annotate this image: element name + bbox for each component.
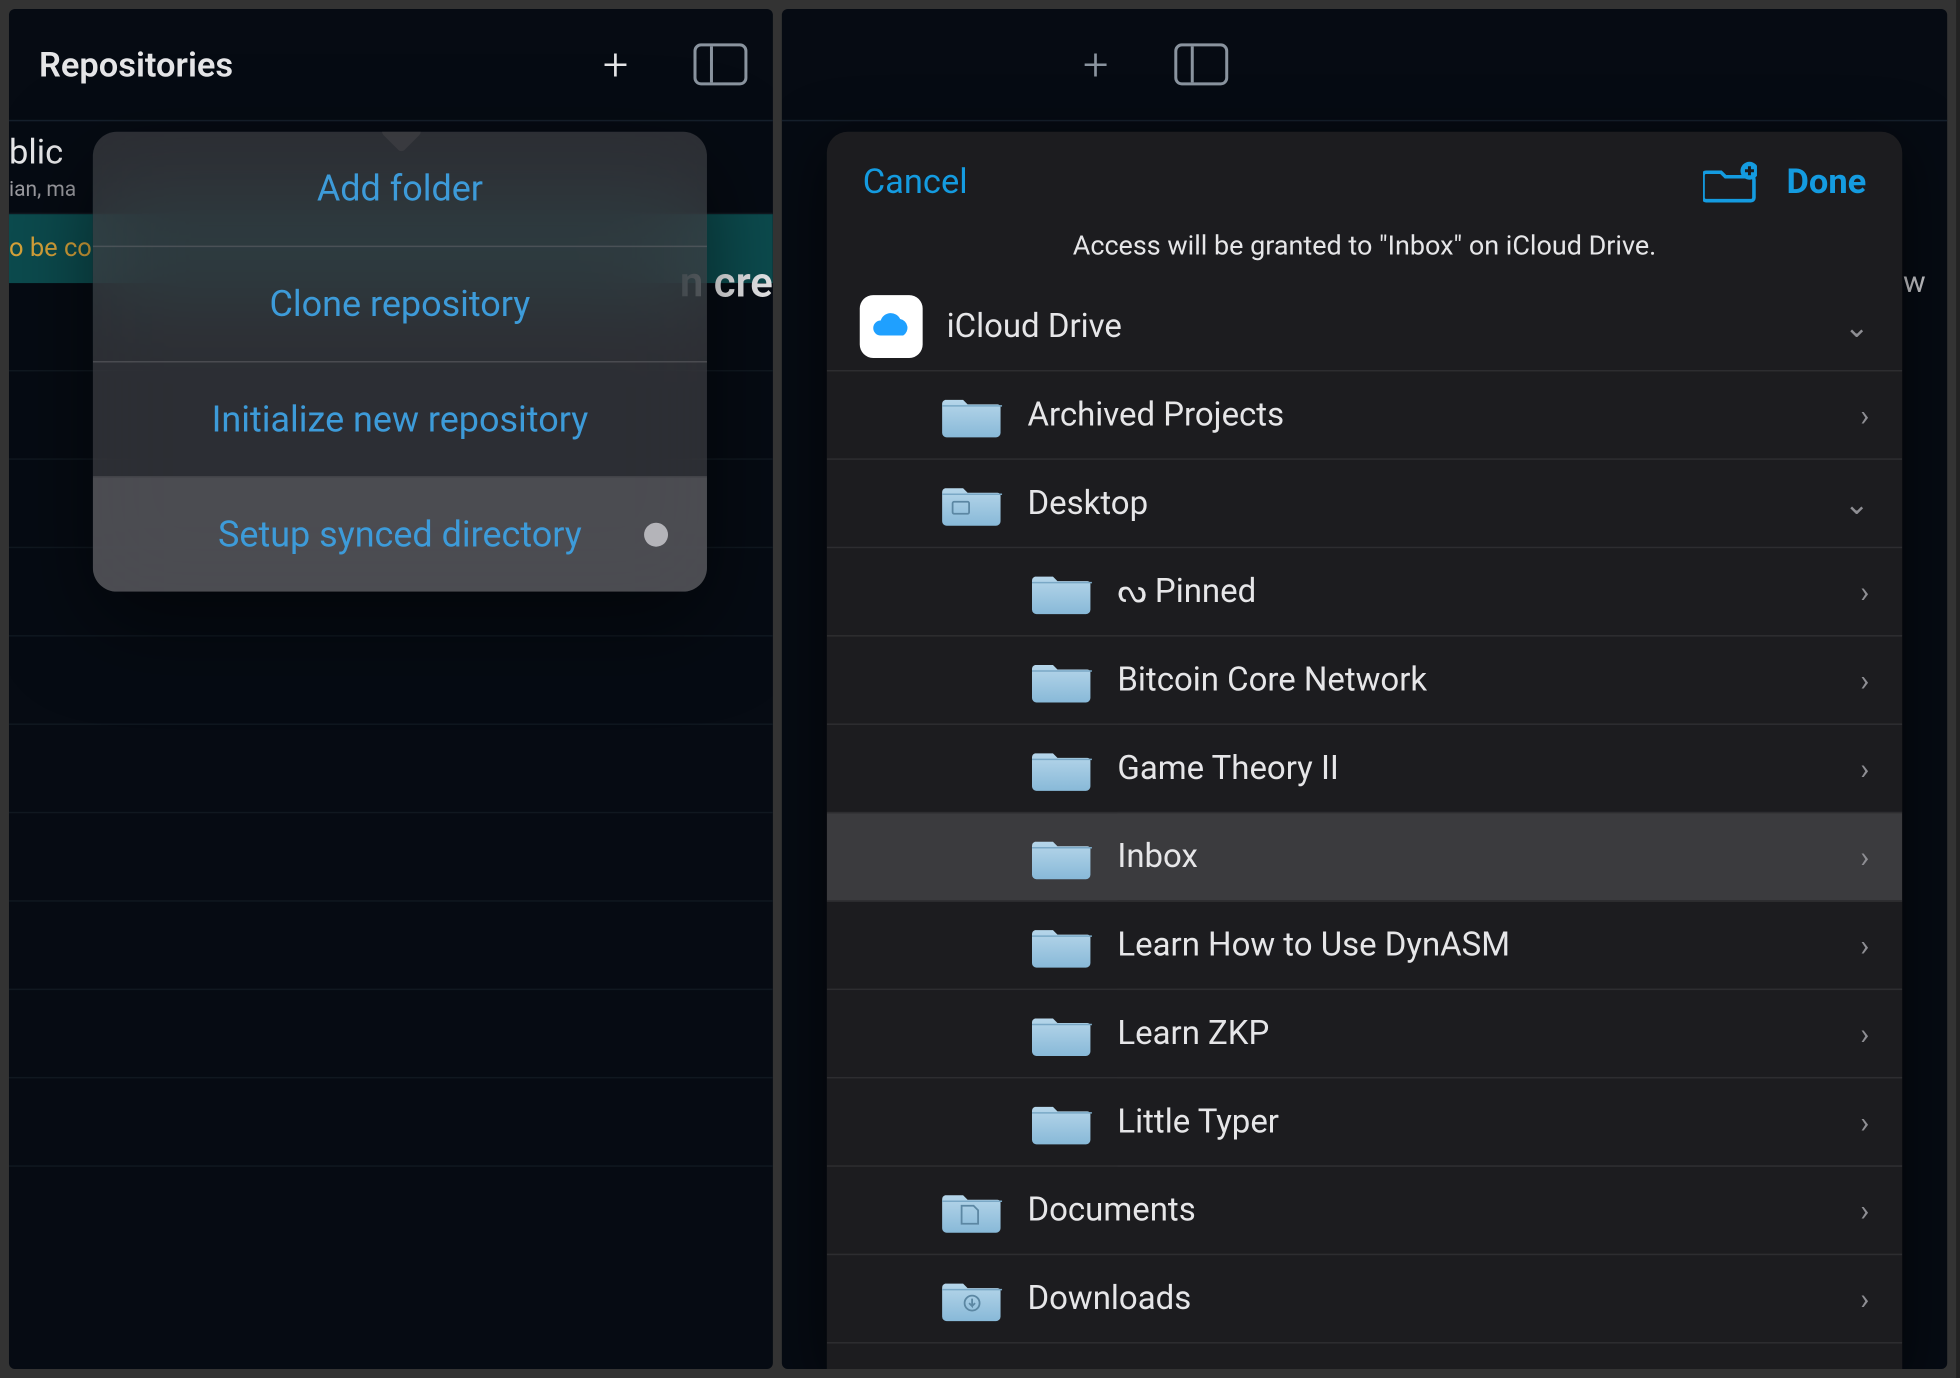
left-pane: Repositories blic ian, ma o be co (9, 9, 773, 1369)
folder-row-icloud-drive[interactable]: iCloud Drive ⌄ (827, 283, 1902, 371)
menu-item-clone-repository[interactable]: Clone repository (93, 247, 707, 362)
folder-icon (941, 478, 1004, 529)
sidebar-icon (693, 43, 747, 85)
chevron-down-icon: ⌄ (1844, 309, 1869, 345)
folder-icon (1031, 831, 1094, 882)
add-repository-popover: Add folder Clone repository Initialize n… (93, 132, 707, 592)
chevron-right-icon: › (1860, 397, 1869, 433)
folder-icon (1031, 920, 1094, 971)
folder-icon (1031, 743, 1094, 794)
list-item[interactable] (9, 637, 773, 725)
list-item[interactable] (9, 990, 773, 1078)
folder-label: Little Typer (1117, 1103, 1836, 1140)
list-item[interactable] (9, 1078, 773, 1166)
folder-icon (941, 1273, 1004, 1324)
folder-row-learn-zkp[interactable]: Learn ZKP › (827, 990, 1902, 1078)
folder-icon (1031, 1008, 1094, 1059)
folder-label: iCloud Drive (947, 308, 1821, 345)
chevron-right-icon: › (1860, 750, 1869, 786)
folder-label: ᔓ Pinned (1117, 573, 1836, 610)
add-repository-button[interactable] (563, 9, 668, 120)
folder-tree: iCloud Drive ⌄ Archived Projects › Desktop ⌄ ᔓ… (827, 283, 1902, 1369)
chevron-right-icon: › (1860, 662, 1869, 698)
add-button[interactable] (1043, 9, 1148, 120)
folder-icon (1031, 1096, 1094, 1147)
left-toolbar: Repositories (9, 9, 773, 121)
folder-row-downloads[interactable]: Downloads › (827, 1255, 1902, 1343)
folder-row--pinned[interactable]: ᔓ Pinned › (827, 548, 1902, 636)
chevron-right-icon: › (1860, 1281, 1869, 1317)
list-item[interactable] (9, 902, 773, 990)
chevron-right-icon: › (1860, 927, 1869, 963)
menu-item-add-folder[interactable]: Add folder (93, 132, 707, 247)
chevron-right-icon: › (1860, 1192, 1869, 1228)
chevron-down-icon: ⌄ (1844, 485, 1869, 521)
plus-icon (603, 38, 628, 90)
menu-item-setup-synced-directory[interactable]: Setup synced directory (93, 478, 707, 592)
sidebar-title: Repositories (39, 44, 563, 84)
toggle-sidebar-button[interactable] (668, 9, 773, 120)
folder-label: Learn How to Use DynASM (1117, 926, 1836, 963)
menu-item-initialize-repository[interactable]: Initialize new repository (93, 362, 707, 477)
plus-icon (1083, 38, 1108, 90)
folder-row-archived-projects[interactable]: Archived Projects › (827, 371, 1902, 459)
folder-icon (1031, 655, 1094, 706)
folder-row-desktop[interactable]: Desktop ⌄ (827, 460, 1902, 548)
menu-label: Initialize new repository (212, 398, 589, 440)
cancel-button[interactable]: Cancel (863, 161, 968, 201)
chevron-right-icon: › (1860, 1104, 1869, 1140)
folder-label: Archived Projects (1028, 396, 1837, 433)
menu-label: Add folder (317, 168, 483, 210)
folder-label: Inbox (1117, 838, 1836, 875)
folder-label: Game Theory II (1117, 750, 1836, 787)
folder-row-game-theory-ii[interactable]: Game Theory II › (827, 725, 1902, 813)
folder-picker-sheet: Cancel Done Access will be granted to "I… (827, 132, 1902, 1369)
list-item[interactable] (9, 725, 773, 813)
folder-row-little-typer[interactable]: Little Typer › (827, 1078, 1902, 1166)
access-message: Access will be granted to "Inbox" on iCl… (827, 231, 1902, 283)
toggle-sidebar-button[interactable] (1148, 9, 1253, 120)
sidebar-icon (1174, 43, 1228, 85)
folder-icon (941, 389, 1004, 440)
folder-label: Learn ZKP (1117, 1015, 1836, 1052)
folder-icon (941, 1185, 1004, 1236)
cursor-indicator-icon (644, 523, 668, 547)
done-button[interactable]: Done (1787, 161, 1867, 201)
folder-row-learn-how-to-use-dynasm[interactable]: Learn How to Use DynASM › (827, 902, 1902, 990)
folder-row-bitcoin-core-network[interactable]: Bitcoin Core Network › (827, 637, 1902, 725)
menu-label: Setup synced directory (218, 514, 582, 556)
list-item[interactable] (9, 813, 773, 901)
status-text-fragment: o be co (9, 234, 92, 264)
chevron-right-icon: › (1860, 1016, 1869, 1052)
new-folder-icon (1703, 159, 1757, 204)
new-folder-button[interactable] (1703, 159, 1757, 204)
menu-label: Clone repository (270, 283, 531, 325)
right-pane: ed ew Cancel Done Access will be granted… (782, 9, 1947, 1369)
folder-label: Bitcoin Core Network (1117, 661, 1836, 698)
folder-row-documents[interactable]: Documents › (827, 1167, 1902, 1255)
folder-icon (1031, 566, 1094, 617)
sheet-toolbar: Cancel Done (827, 132, 1902, 231)
folder-row-inbox[interactable]: Inbox › (827, 813, 1902, 901)
folder-label: Desktop (1028, 485, 1821, 522)
right-toolbar (782, 9, 1947, 121)
folder-label: Downloads (1028, 1280, 1837, 1317)
chevron-right-icon: › (1860, 574, 1869, 610)
chevron-right-icon: › (1860, 839, 1869, 875)
folder-label: Documents (1028, 1192, 1837, 1229)
